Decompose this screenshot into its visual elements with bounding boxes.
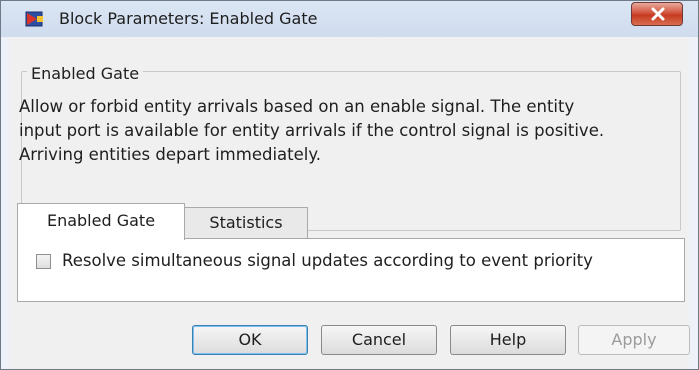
title-bar[interactable]: Block Parameters: Enabled Gate bbox=[1, 1, 698, 37]
window-title: Block Parameters: Enabled Gate bbox=[59, 9, 318, 28]
resolve-simultaneous-updates-checkbox[interactable] bbox=[36, 254, 51, 269]
tab-statistics[interactable]: Statistics bbox=[184, 207, 308, 238]
dialog-body: Enabled Gate Allow or forbid entity arri… bbox=[9, 37, 690, 369]
simulink-block-icon bbox=[25, 10, 45, 28]
block-description: Allow or forbid entity arrivals based on… bbox=[19, 97, 605, 164]
apply-button[interactable]: Apply bbox=[578, 325, 690, 355]
close-button[interactable] bbox=[631, 2, 683, 26]
tab-panel: Resolve simultaneous signal updates acco… bbox=[17, 238, 685, 302]
resolve-simultaneous-updates-label[interactable]: Resolve simultaneous signal updates acco… bbox=[62, 251, 593, 270]
tab-enabled-gate[interactable]: Enabled Gate bbox=[17, 203, 185, 240]
help-button[interactable]: Help bbox=[450, 325, 566, 355]
cancel-button[interactable]: Cancel bbox=[321, 325, 437, 355]
dialog-window: Block Parameters: Enabled Gate Enabled G… bbox=[0, 0, 699, 370]
group-title: Enabled Gate bbox=[27, 64, 144, 83]
close-icon bbox=[651, 7, 665, 21]
ok-button[interactable]: OK bbox=[192, 325, 308, 355]
